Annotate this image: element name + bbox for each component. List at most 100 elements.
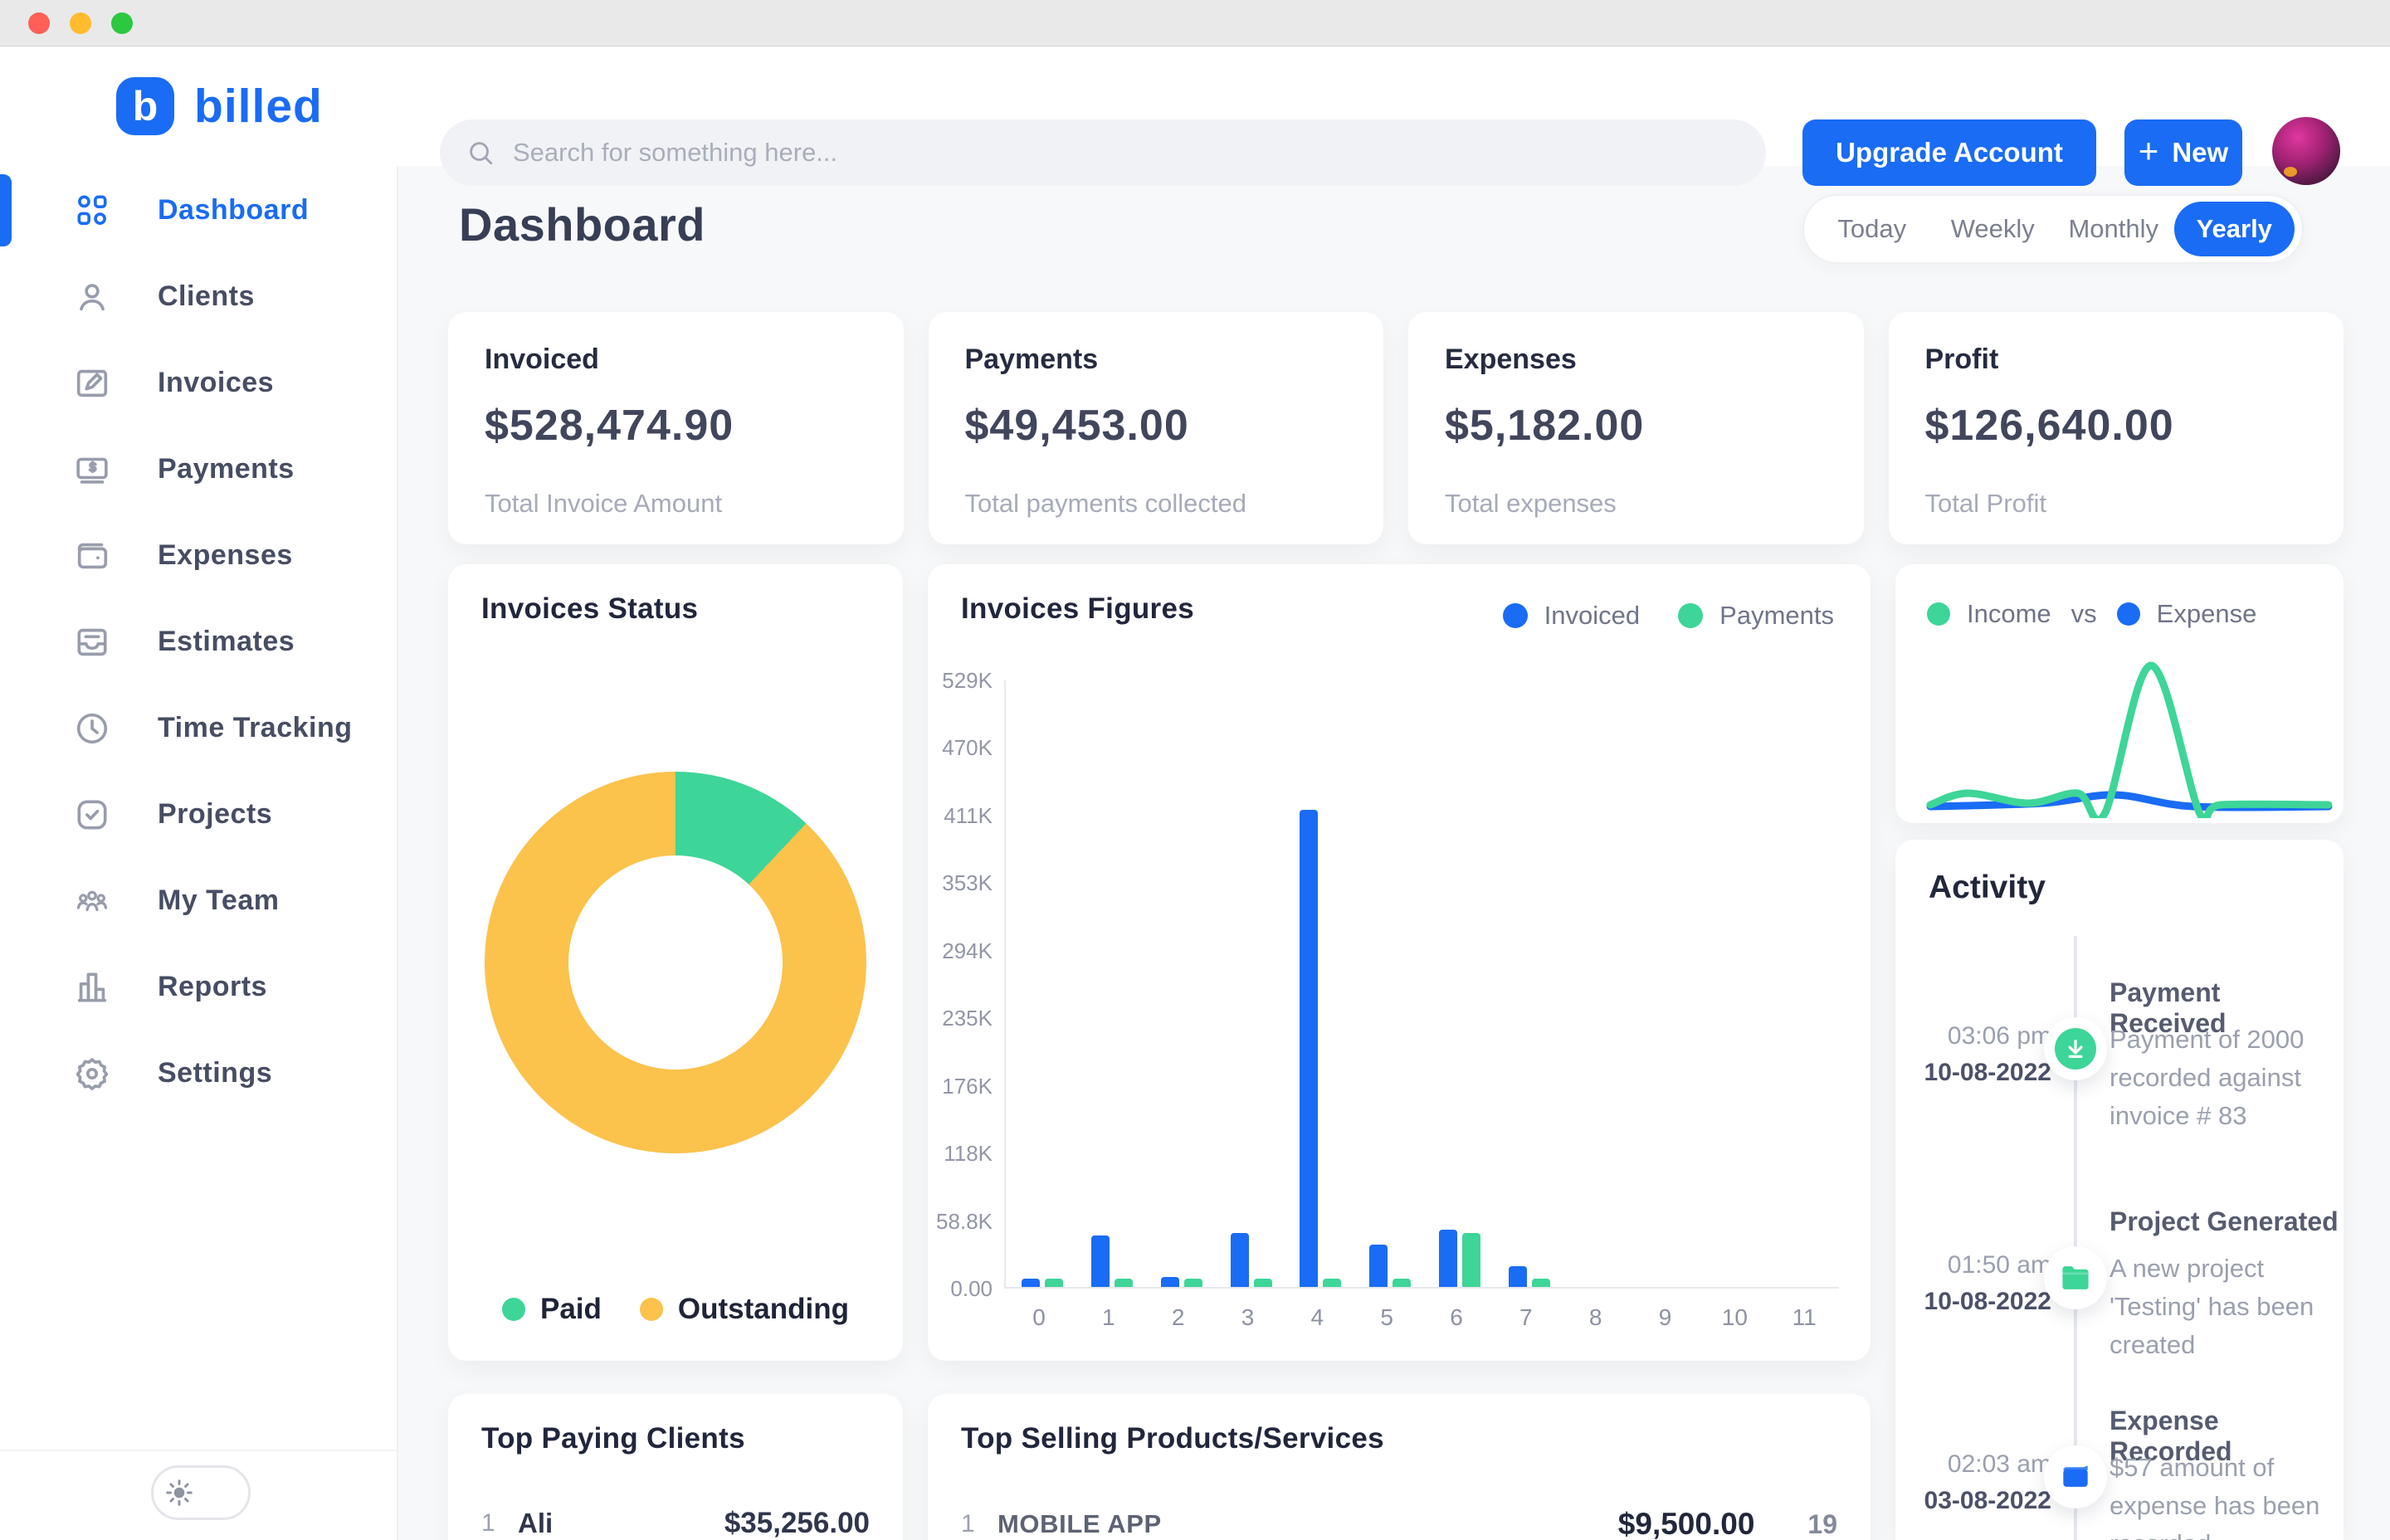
- activity-item-body: Payment of 2000 recorded against invoice…: [2110, 1021, 2339, 1135]
- invoices-figures-card: Invoices Figures Invoiced Payments 529K 47…: [928, 564, 1871, 1361]
- activity-item-time: 02:03 am: [1904, 1450, 2051, 1479]
- activity-node: [2044, 1246, 2107, 1309]
- sidebar-item-label: Expenses: [158, 539, 293, 572]
- y-axis-label: 118K: [928, 1140, 993, 1167]
- search-input[interactable]: [513, 138, 1739, 168]
- stat-value: $5,182.00: [1445, 401, 1827, 451]
- upgrade-account-button[interactable]: Upgrade Account: [1802, 119, 2096, 186]
- expense-dot-icon: [2117, 602, 2140, 626]
- tab-yearly[interactable]: Yearly: [2174, 202, 2295, 256]
- search-bar[interactable]: [440, 119, 1766, 186]
- zoom-icon[interactable]: [111, 12, 133, 34]
- y-axis-label: 294K: [928, 938, 993, 964]
- sidebar-item-settings[interactable]: Settings: [0, 1037, 397, 1109]
- activity-item-time: 01:50 am: [1904, 1251, 2051, 1279]
- new-button-label: New: [2172, 137, 2228, 168]
- invoices-icon: [73, 364, 111, 402]
- activity-item-date: 10-08-2022: [1904, 1059, 2051, 1087]
- x-axis-label: 8: [1561, 1304, 1631, 1331]
- income-expense-legend: IncomevsExpense: [1927, 599, 2256, 629]
- outstanding-dot-icon: [640, 1298, 663, 1321]
- tab-weekly[interactable]: Weekly: [1933, 214, 2054, 244]
- x-axis-label: 3: [1213, 1304, 1283, 1331]
- folder-icon: [2055, 1257, 2096, 1299]
- activity-item-time: 03:06 pm: [1904, 1022, 2051, 1050]
- stat-caption: Total Profit: [1925, 489, 2308, 519]
- legend-outstanding: Outstanding: [640, 1293, 849, 1326]
- client-amount: $35,256.00: [724, 1507, 870, 1540]
- stat-card-profit: Profit $126,640.00 Total Profit: [1889, 312, 2344, 544]
- activity-item-date: 03-08-2022: [1904, 1487, 2051, 1515]
- estimates-icon: [73, 623, 111, 661]
- sidebar-item-label: Settings: [158, 1057, 272, 1089]
- y-axis-label: 0.00: [928, 1275, 993, 1302]
- x-axis-label: 1: [1074, 1304, 1144, 1331]
- legend-label: Payments: [1719, 601, 1834, 631]
- close-icon[interactable]: [28, 12, 50, 34]
- stat-value: $126,640.00: [1925, 401, 2308, 451]
- income-expense-line-chart: [1905, 637, 2334, 818]
- y-axis-label: 529K: [928, 667, 993, 694]
- product-rank: 1: [961, 1510, 997, 1538]
- product-row[interactable]: 1MOBILE APP$9,500.0019: [961, 1507, 1837, 1540]
- bar-invoiced-3: [1231, 1233, 1249, 1287]
- bar-payments-3: [1254, 1279, 1272, 1287]
- legend-label: Invoiced: [1544, 601, 1640, 631]
- macos-titlebar: [0, 0, 2390, 46]
- reports-icon: [73, 968, 111, 1006]
- invoices-figures-title: Invoices Figures: [961, 592, 1194, 626]
- minimize-icon[interactable]: [70, 12, 91, 34]
- bar-payments-2: [1184, 1279, 1202, 1287]
- activity-node: [2044, 1017, 2107, 1080]
- sidebar-item-invoices[interactable]: Invoices: [0, 347, 397, 419]
- y-axis-label: 470K: [928, 734, 993, 761]
- bar-invoiced-1: [1091, 1235, 1110, 1287]
- x-axis-label: 4: [1282, 1304, 1352, 1331]
- time-tracking-icon: [73, 709, 111, 748]
- sidebar-item-my-team[interactable]: My Team: [0, 865, 397, 937]
- x-axis-label: 0: [1004, 1304, 1074, 1331]
- stat-title: Profit: [1925, 344, 2308, 376]
- user-avatar[interactable]: [2272, 117, 2340, 185]
- paid-dot-icon: [502, 1298, 525, 1321]
- sidebar-item-dashboard[interactable]: Dashboard: [0, 174, 397, 246]
- stat-value: $528,474.90: [485, 401, 867, 451]
- bar-invoiced-0: [1022, 1279, 1040, 1287]
- tab-today[interactable]: Today: [1812, 214, 1933, 244]
- bar-invoiced-2: [1161, 1277, 1179, 1287]
- y-axis-label: 58.8K: [928, 1208, 993, 1235]
- app-logo: b billed: [116, 77, 323, 135]
- sidebar-item-label: My Team: [158, 885, 279, 917]
- stat-card-invoiced: Invoiced$528,474.90Total Invoice Amount: [448, 312, 904, 544]
- bar-payments-7: [1532, 1279, 1550, 1287]
- x-axis-label: 2: [1144, 1304, 1213, 1331]
- y-axis-label: 353K: [928, 870, 993, 896]
- sidebar-item-time-tracking[interactable]: Time Tracking: [0, 692, 397, 764]
- client-rank: 1: [481, 1509, 518, 1538]
- tab-monthly[interactable]: Monthly: [2053, 214, 2174, 244]
- bar-payments-1: [1115, 1279, 1133, 1287]
- sidebar-item-label: Dashboard: [158, 194, 309, 227]
- sidebar-item-reports[interactable]: Reports: [0, 951, 397, 1023]
- client-name: Ali: [518, 1508, 553, 1539]
- sidebar-item-expenses[interactable]: Expenses: [0, 519, 397, 592]
- invoices-status-donut-chart: [485, 772, 866, 1153]
- sidebar-item-label: Payments: [158, 453, 295, 485]
- sidebar-item-estimates[interactable]: Estimates: [0, 606, 397, 678]
- sidebar-item-payments[interactable]: Payments: [0, 433, 397, 505]
- client-row[interactable]: 1Ali $35,256.00: [481, 1507, 870, 1540]
- wallet-icon: [2055, 1456, 2096, 1498]
- new-button[interactable]: + New: [2124, 119, 2242, 186]
- theme-toggle[interactable]: [151, 1465, 251, 1520]
- top-paying-clients-title: Top Paying Clients: [481, 1422, 745, 1455]
- y-axis-label: 176K: [928, 1073, 993, 1099]
- stat-value: $49,453.00: [965, 401, 1348, 451]
- sidebar-item-projects[interactable]: Projects: [0, 778, 397, 850]
- sidebar-item-clients[interactable]: Clients: [0, 261, 397, 333]
- bar-invoiced-5: [1369, 1245, 1388, 1287]
- activity-item-title: Project Generated: [2110, 1206, 2339, 1237]
- settings-icon: [73, 1055, 111, 1093]
- x-axis-label: 11: [1769, 1304, 1839, 1331]
- app-header: b billed Upgrade Account + New: [0, 46, 2390, 166]
- legend-separator: vs: [2071, 599, 2097, 629]
